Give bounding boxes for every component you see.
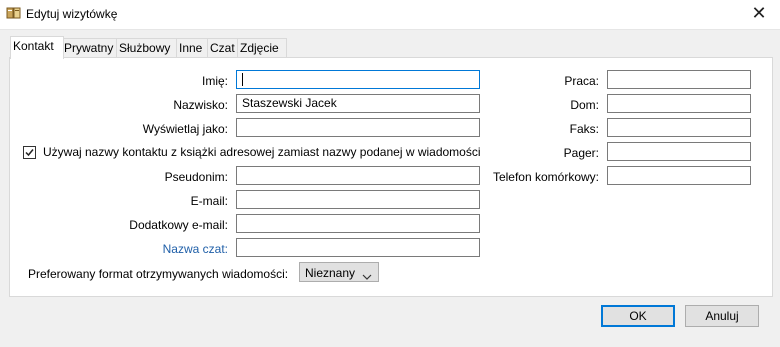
tab-label: Inne	[179, 41, 203, 55]
last-name-label: Nazwisko:	[173, 98, 228, 112]
additional-email-label: Dodatkowy e-mail:	[129, 218, 228, 232]
tab-inne[interactable]: Inne	[176, 38, 210, 58]
work-phone-label: Praca:	[564, 74, 599, 88]
ok-button[interactable]: OK	[601, 305, 675, 327]
fax-label: Faks:	[569, 122, 599, 136]
preferred-format-value: Nieznany	[305, 266, 356, 280]
pager-input[interactable]	[607, 142, 751, 161]
nickname-input[interactable]	[236, 166, 480, 185]
additional-email-input[interactable]	[236, 214, 480, 233]
close-icon[interactable]: ✕	[748, 3, 770, 25]
title-bar: Edytuj wizytówkę ✕	[0, 0, 780, 30]
preferred-format-select[interactable]: Nieznany	[299, 262, 379, 282]
nickname-label: Pseudonim:	[164, 170, 228, 184]
first-name-label: Imię:	[201, 74, 228, 88]
contact-panel: Imię: Nazwisko: Staszewski Jacek Wyświet…	[9, 57, 773, 297]
display-as-label: Wyświetlaj jako:	[142, 122, 228, 136]
tab-czat[interactable]: Czat	[207, 38, 240, 58]
home-phone-input[interactable]	[607, 94, 751, 113]
use-address-book-name-checkbox[interactable]	[23, 146, 36, 159]
work-phone-input[interactable]	[607, 70, 751, 89]
email-label: E-mail:	[190, 194, 228, 208]
preferred-format-label: Preferowany format otrzymywanych wiadomo…	[28, 267, 289, 281]
tab-sluzbowy[interactable]: Służbowy	[116, 38, 180, 58]
tab-label: Zdjęcie	[240, 41, 279, 55]
use-address-book-name-label[interactable]: Używaj nazwy kontaktu z książki adresowe…	[43, 145, 481, 159]
tab-label: Kontakt	[13, 39, 54, 53]
tab-zdjecie[interactable]: Zdjęcie	[237, 38, 287, 58]
home-phone-label: Dom:	[570, 98, 599, 112]
pager-label: Pager:	[563, 146, 599, 160]
chevron-down-icon	[362, 269, 372, 283]
tab-kontakt[interactable]: Kontakt	[10, 36, 64, 59]
mobile-phone-input[interactable]	[607, 166, 751, 185]
text-caret	[242, 73, 243, 86]
tab-label: Służbowy	[119, 41, 171, 55]
chat-name-input[interactable]	[236, 238, 480, 257]
mobile-phone-label: Telefon komórkowy:	[492, 170, 599, 184]
display-as-input[interactable]	[236, 118, 480, 137]
tab-label: Prywatny	[64, 41, 114, 55]
cancel-button[interactable]: Anuluj	[685, 305, 759, 327]
fax-input[interactable]	[607, 118, 751, 137]
address-book-icon	[6, 6, 22, 20]
last-name-value: Staszewski Jacek	[242, 96, 337, 110]
window-title: Edytuj wizytówkę	[26, 7, 118, 21]
last-name-input[interactable]: Staszewski Jacek	[236, 94, 480, 113]
tab-label: Czat	[210, 41, 235, 55]
first-name-input[interactable]	[236, 70, 480, 89]
chat-name-label: Nazwa czat:	[162, 242, 228, 256]
tab-prywatny[interactable]: Prywatny	[61, 38, 118, 58]
email-input[interactable]	[236, 190, 480, 209]
